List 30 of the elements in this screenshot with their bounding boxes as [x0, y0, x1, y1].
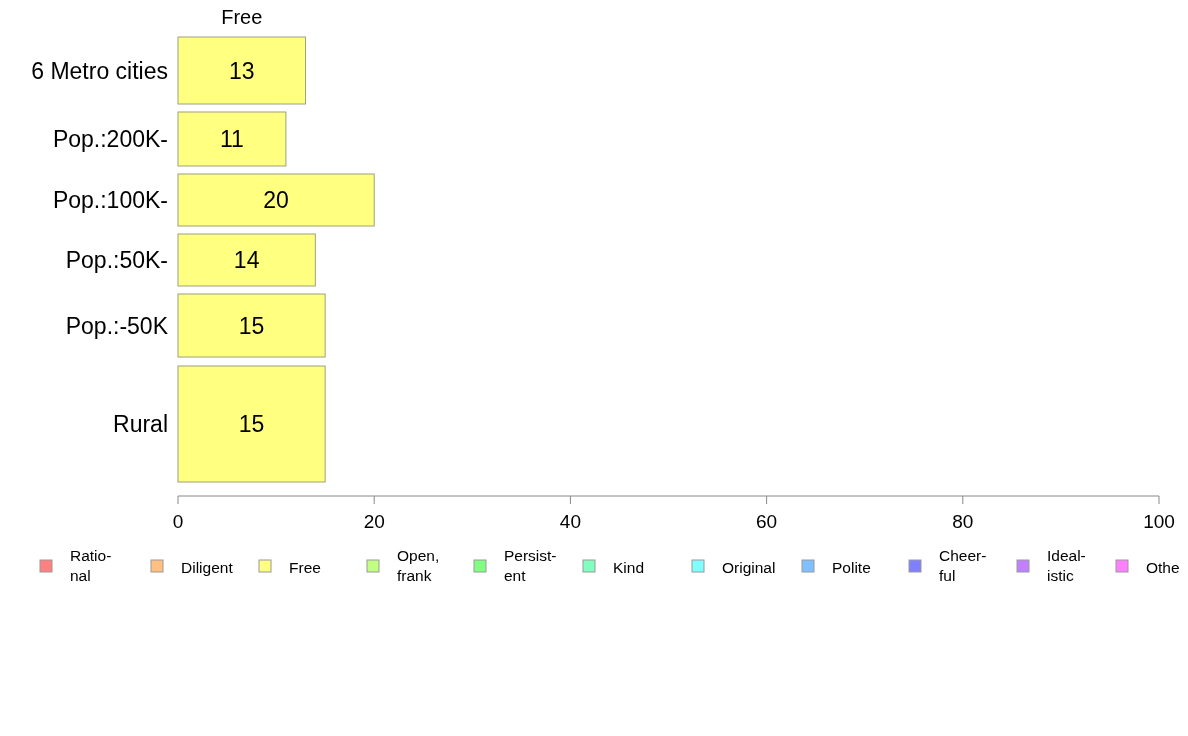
bar-value-label: 15	[238, 411, 265, 437]
bar-value-label: 14	[233, 247, 260, 273]
bar-value-label: 13	[228, 57, 255, 84]
legend-label: Kind	[613, 559, 645, 576]
legend-label: Polite	[832, 559, 871, 576]
category-label: Pop.:100K-	[52, 187, 168, 213]
legend-label: Original	[722, 559, 776, 576]
x-tick-label: 60	[756, 511, 778, 532]
legend-label: Ideal- istic	[1047, 547, 1086, 584]
x-tick-label: 100	[1143, 511, 1175, 532]
legend-label: Diligent	[181, 559, 233, 576]
legend-label: Persist- ent	[504, 547, 557, 584]
category-label: Rural	[113, 411, 168, 437]
category-label: Pop.:-50K	[65, 312, 168, 339]
category-label: Pop.:200K-	[52, 126, 168, 152]
category-label: 6 Metro cities	[31, 57, 168, 84]
x-tick-label: 40	[559, 511, 581, 532]
legend-label: Cheer- ful	[939, 547, 987, 584]
bar-value-label: 20	[263, 187, 289, 213]
legend-label: Othe	[1146, 559, 1180, 576]
legend-label: Ratio- nal	[70, 547, 112, 584]
x-tick-label: 0	[172, 511, 184, 532]
category-label: Pop.:50K-	[65, 247, 168, 273]
legend-label: Open, frank	[397, 547, 440, 584]
bar-value-label: 15	[238, 312, 265, 339]
series-label: Free	[221, 6, 263, 28]
x-tick-label: 20	[363, 511, 385, 532]
x-tick-label: 80	[952, 511, 974, 532]
legend-label: Free	[289, 559, 321, 576]
bar-value-label: 11	[220, 126, 244, 152]
